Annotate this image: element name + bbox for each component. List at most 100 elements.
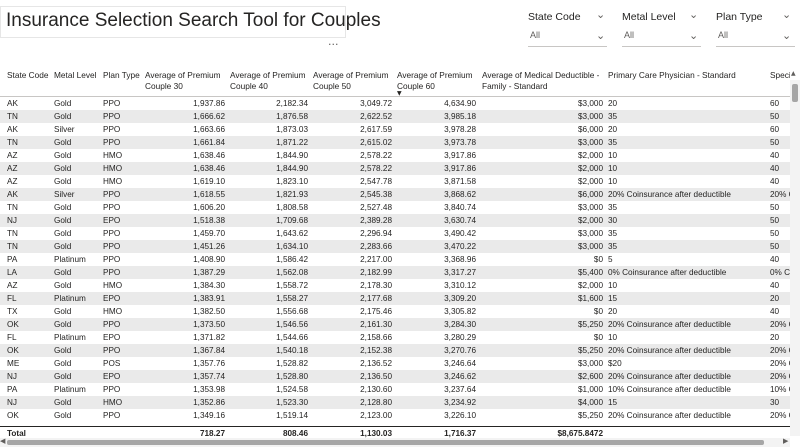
scroll-right-icon[interactable]: ▶: [783, 437, 788, 445]
table-row[interactable]: AK Gold PPO 1,937.86 2,182.34 3,049.72 4,634.9…: [0, 97, 790, 110]
slicer-state-code-dropdown[interactable]: All ⌄: [528, 27, 607, 47]
cell-specialist: 50: [770, 138, 780, 147]
cell-premium-30: 1,638.46: [193, 151, 225, 160]
cell-premium-50: 2,136.52: [360, 359, 392, 368]
table-row[interactable]: PA Platinum PPO 1,408.90 1,586.42 2,217.00 3,3…: [0, 253, 790, 266]
scroll-left-icon[interactable]: ◀: [0, 437, 5, 445]
more-options-icon[interactable]: ···: [328, 38, 339, 51]
table-row[interactable]: AK Silver PPO 1,618.55 1,821.93 2,545.38 3,868…: [0, 188, 790, 201]
cell-plan-type: PPO: [103, 385, 121, 394]
cell-premium-30: 1,663.66: [193, 125, 225, 134]
cell-specialist: 60: [770, 99, 780, 108]
slicer-metal-level-dropdown[interactable]: All ⌄: [622, 27, 701, 47]
table-row[interactable]: AK Silver PPO 1,663.66 1,873.03 2,617.59 3,978…: [0, 123, 790, 136]
col-header-premium-30[interactable]: Average of Premium Couple 30: [145, 70, 229, 91]
table-row[interactable]: ME Gold POS 1,357.76 1,528.82 2,136.52 3,246.6…: [0, 357, 790, 370]
col-header-premium-50[interactable]: Average of Premium Couple 50: [313, 70, 396, 91]
table-row[interactable]: TN Gold PPO 1,606.20 1,808.58 2,527.48 3,840.7…: [0, 201, 790, 214]
cell-state-code: AK: [7, 99, 18, 108]
cell-metal-level: Gold: [54, 307, 72, 316]
vertical-scrollbar[interactable]: [790, 80, 800, 436]
table-row[interactable]: NJ Gold EPO 1,357.74 1,528.80 2,136.50 3,246.6…: [0, 370, 790, 383]
cell-premium-50: 2,527.48: [360, 203, 392, 212]
cell-metal-level: Gold: [54, 320, 72, 329]
table-row[interactable]: NJ Gold HMO 1,352.86 1,523.30 2,128.80 3,234.9…: [0, 396, 790, 409]
cell-premium-30: 1,661.84: [193, 138, 225, 147]
cell-plan-type: PPO: [103, 346, 121, 355]
slicer-plan-type: Plan Type ⌄ All ⌄: [716, 8, 795, 47]
cell-premium-50: 2,182.99: [360, 268, 392, 277]
table-row[interactable]: AZ Gold HMO 1,619.10 1,823.10 2,547.78 3,871.5…: [0, 175, 790, 188]
table-row[interactable]: OK Gold PPO 1,373.50 1,546.56 2,161.30 3,284.3…: [0, 318, 790, 331]
chevron-down-icon[interactable]: ⌄: [689, 8, 698, 21]
cell-premium-60: 3,305.82: [444, 307, 476, 316]
chevron-down-icon[interactable]: ⌄: [782, 8, 791, 21]
scroll-up-icon[interactable]: ▲: [791, 70, 796, 77]
cell-premium-50: 2,177.68: [360, 294, 392, 303]
table-row[interactable]: AZ Gold HMO 1,638.46 1,844.90 2,578.22 3,917.8…: [0, 162, 790, 175]
cell-medical-deductible: $2,000: [577, 164, 603, 173]
cell-specialist: 20% C: [770, 359, 790, 368]
cell-premium-60: 3,490.42: [444, 229, 476, 238]
cell-premium-60: 3,246.62: [444, 372, 476, 381]
cell-state-code: FL: [7, 294, 17, 303]
cell-premium-50: 2,547.78: [360, 177, 392, 186]
cell-medical-deductible: $3,000: [577, 359, 603, 368]
table-row[interactable]: LA Gold PPO 1,387.29 1,562.08 2,182.99 3,317.2…: [0, 266, 790, 279]
cell-premium-60: 3,871.58: [444, 177, 476, 186]
col-header-medical-deductible[interactable]: Average of Medical Deductible - Family -…: [482, 70, 606, 91]
cell-plan-type: PPO: [103, 320, 121, 329]
cell-plan-type: PPO: [103, 99, 121, 108]
cell-plan-type: EPO: [103, 372, 121, 381]
col-header-primary-care[interactable]: Primary Care Physician - Standard: [608, 70, 768, 81]
data-table: State Code Metal Level Plan Type Average…: [0, 68, 800, 447]
table-row[interactable]: NJ Gold EPO 1,518.38 1,709.68 2,389.28 3,630.7…: [0, 214, 790, 227]
cell-premium-30: 1,619.10: [193, 177, 225, 186]
table-row[interactable]: TX Gold HMO 1,382.50 1,556.68 2,175.46 3,305.8…: [0, 305, 790, 318]
table-row[interactable]: TN Gold PPO 1,661.84 1,871.22 2,615.02 3,973.7…: [0, 136, 790, 149]
col-header-state-code[interactable]: State Code: [7, 70, 53, 81]
table-row[interactable]: FL Platinum EPO 1,371.82 1,544.66 2,158.66 3,2…: [0, 331, 790, 344]
cell-specialist: 10% C: [770, 385, 790, 394]
col-header-metal-level[interactable]: Metal Level: [54, 70, 102, 81]
cell-metal-level: Platinum: [54, 385, 86, 394]
slicer-state-code: State Code ⌄ All ⌄: [528, 8, 607, 47]
cell-premium-40: 1,558.27: [276, 294, 308, 303]
table-row[interactable]: FL Platinum EPO 1,383.91 1,558.27 2,177.68 3,3…: [0, 292, 790, 305]
cell-primary-care: 10: [608, 333, 618, 342]
cell-specialist: 40: [770, 307, 780, 316]
cell-premium-40: 1,643.62: [276, 229, 308, 238]
slicer-state-code-label: State Code: [528, 11, 581, 23]
cell-metal-level: Gold: [54, 268, 72, 277]
cell-specialist: 20% C: [770, 320, 790, 329]
table-row[interactable]: AZ Gold HMO 1,384.30 1,558.72 2,178.30 3,310.1…: [0, 279, 790, 292]
vertical-scrollbar-thumb[interactable]: [792, 84, 798, 102]
col-header-plan-type[interactable]: Plan Type: [103, 70, 144, 81]
cell-premium-60: 3,368.96: [444, 255, 476, 264]
table-row[interactable]: OK Gold PPO 1,367.84 1,540.18 2,152.38 3,270.7…: [0, 344, 790, 357]
cell-primary-care: 35: [608, 242, 618, 251]
table-row[interactable]: TN Gold PPO 1,451.26 1,634.10 2,283.66 3,470.2…: [0, 240, 790, 253]
cell-premium-50: 2,178.30: [360, 281, 392, 290]
cell-plan-type: PPO: [103, 268, 121, 277]
col-header-specialist[interactable]: Speci...: [770, 70, 790, 81]
table-row[interactable]: TN Gold PPO 1,666.62 1,876.58 2,622.52 3,985.1…: [0, 110, 790, 123]
chevron-down-icon[interactable]: ⌄: [596, 8, 605, 21]
col-header-premium-60[interactable]: Average of Premium Couple 60: [397, 70, 480, 91]
cell-metal-level: Gold: [54, 138, 72, 147]
table-row[interactable]: PA Platinum PPO 1,353.98 1,524.58 2,130.60 3,2…: [0, 383, 790, 396]
cell-premium-60: 3,270.76: [444, 346, 476, 355]
slicer-plan-type-dropdown[interactable]: All ⌄: [716, 27, 795, 47]
cell-medical-deductible: $3,000: [577, 229, 603, 238]
horizontal-scrollbar-thumb[interactable]: [7, 440, 764, 445]
col-header-premium-40[interactable]: Average of Premium Couple 40: [230, 70, 312, 91]
table-row[interactable]: OK Gold PPO 1,349.16 1,519.14 2,123.00 3,226.1…: [0, 409, 790, 422]
cell-primary-care: $20: [608, 359, 622, 368]
cell-plan-type: HMO: [103, 164, 123, 173]
cell-premium-60: 3,978.28: [444, 125, 476, 134]
cell-premium-50: 2,136.50: [360, 372, 392, 381]
table-row[interactable]: AZ Gold HMO 1,638.46 1,844.90 2,578.22 3,917.8…: [0, 149, 790, 162]
table-row[interactable]: TN Gold PPO 1,459.70 1,643.62 2,296.94 3,490.4…: [0, 227, 790, 240]
cell-medical-deductible: $4,000: [577, 398, 603, 407]
cell-premium-60: 3,917.86: [444, 164, 476, 173]
